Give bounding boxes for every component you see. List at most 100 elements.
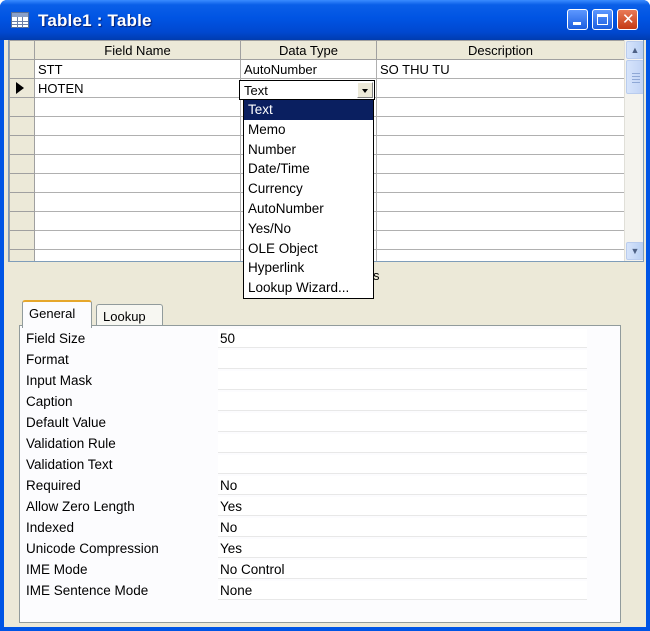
input-mask-input[interactable]	[218, 371, 587, 390]
caption-input[interactable]	[218, 392, 587, 411]
property-label: IME Mode	[26, 562, 88, 577]
dropdown-option-datetime[interactable]: Date/Time	[244, 159, 373, 179]
current-row-arrow-icon	[16, 82, 24, 94]
row-selector[interactable]	[9, 211, 35, 231]
scroll-thumb[interactable]	[626, 60, 643, 94]
dropdown-option-text[interactable]: Text	[244, 100, 373, 120]
close-icon: ✕	[622, 10, 635, 28]
table-design-window: Table1 : Table ✕ Field Name Data Type De…	[0, 0, 650, 631]
close-button[interactable]: ✕	[617, 9, 638, 30]
property-label: Indexed	[26, 520, 75, 535]
description-cell[interactable]	[376, 211, 625, 231]
description-cell[interactable]	[376, 173, 625, 193]
dropdown-option-hyperlink[interactable]: Hyperlink	[244, 258, 373, 278]
row-selector[interactable]	[9, 59, 35, 79]
field-name-cell[interactable]	[34, 97, 241, 117]
window-title: Table1 : Table	[38, 11, 152, 30]
minimize-icon	[573, 22, 581, 25]
field-properties-panel: Field Size 50 Format Input Mask Caption D…	[19, 325, 621, 623]
maximize-button[interactable]	[592, 9, 613, 30]
column-header-field-name[interactable]: Field Name	[34, 40, 241, 60]
field-name-cell[interactable]	[34, 154, 241, 174]
column-header-data-type[interactable]: Data Type	[240, 40, 377, 60]
tab-general[interactable]: General	[22, 300, 92, 328]
row-selector[interactable]	[9, 135, 35, 155]
allow-zero-length-input[interactable]: Yes	[218, 497, 587, 516]
row-selector[interactable]	[9, 249, 35, 261]
dropdown-option-currency[interactable]: Currency	[244, 179, 373, 199]
description-cell[interactable]	[376, 249, 625, 261]
indexed-input[interactable]: No	[218, 518, 587, 537]
property-label: Required	[26, 478, 81, 493]
ime-mode-input[interactable]: No Control	[218, 560, 587, 579]
field-name-cell[interactable]	[34, 249, 241, 261]
row-selector[interactable]	[9, 154, 35, 174]
chevron-down-icon[interactable]	[357, 82, 373, 98]
validation-text-input[interactable]	[218, 455, 587, 474]
dropdown-option-memo[interactable]: Memo	[244, 120, 373, 140]
dropdown-option-number[interactable]: Number	[244, 140, 373, 160]
required-input[interactable]: No	[218, 476, 587, 495]
dropdown-option-lookup-wizard[interactable]: Lookup Wizard...	[244, 278, 373, 298]
column-header-description[interactable]: Description	[376, 40, 625, 60]
description-cell[interactable]	[376, 154, 625, 174]
description-cell[interactable]	[376, 135, 625, 155]
row-selector-header[interactable]	[9, 40, 35, 60]
row-selector[interactable]	[9, 116, 35, 136]
ime-sentence-mode-input[interactable]: None	[218, 581, 587, 600]
format-input[interactable]	[218, 350, 587, 369]
maximize-icon	[597, 14, 608, 25]
field-name-cell[interactable]	[34, 211, 241, 231]
description-cell[interactable]: SO THU TU	[376, 59, 625, 79]
row-selector-current[interactable]	[9, 78, 35, 98]
description-cell[interactable]	[376, 116, 625, 136]
field-name-cell[interactable]: STT	[34, 59, 241, 79]
property-label: Default Value	[26, 415, 107, 430]
property-label: Input Mask	[26, 373, 93, 388]
field-name-cell[interactable]	[34, 230, 241, 250]
property-label: Field Size	[26, 331, 86, 346]
unicode-compression-input[interactable]: Yes	[218, 539, 587, 558]
row-selector[interactable]	[9, 230, 35, 250]
property-label: Validation Text	[26, 457, 113, 472]
field-name-cell[interactable]: HOTEN	[34, 78, 241, 98]
field-size-input[interactable]: 50	[218, 329, 587, 348]
property-label: Unicode Compression	[26, 541, 159, 556]
chevron-up-icon: ▲	[630, 45, 640, 55]
title-bar[interactable]: Table1 : Table ✕	[0, 0, 650, 40]
property-label: Caption	[26, 394, 73, 409]
field-name-cell[interactable]	[34, 135, 241, 155]
validation-rule-input[interactable]	[218, 434, 587, 453]
scroll-down-button[interactable]: ▼	[626, 242, 643, 260]
data-type-combobox-value: Text	[244, 83, 268, 98]
dropdown-option-autonumber[interactable]: AutoNumber	[244, 199, 373, 219]
data-type-cell[interactable]: AutoNumber	[240, 59, 377, 79]
row-selector[interactable]	[9, 97, 35, 117]
description-cell[interactable]	[376, 78, 625, 98]
field-name-cell[interactable]	[34, 173, 241, 193]
property-label: Format	[26, 352, 69, 367]
property-label: IME Sentence Mode	[26, 583, 149, 598]
table-row: STT AutoNumber SO THU TU	[9, 59, 625, 79]
table-icon[interactable]	[11, 12, 29, 28]
window-client-area: Field Name Data Type Description STT Aut…	[4, 40, 646, 627]
property-label: Allow Zero Length	[26, 499, 135, 514]
default-value-input[interactable]	[218, 413, 587, 432]
field-name-cell[interactable]	[34, 192, 241, 212]
grid-header-row: Field Name Data Type Description	[9, 40, 625, 60]
dropdown-option-ole-object[interactable]: OLE Object	[244, 239, 373, 259]
property-label: Validation Rule	[26, 436, 116, 451]
description-cell[interactable]	[376, 230, 625, 250]
data-type-combobox[interactable]: Text	[239, 80, 375, 100]
chevron-down-icon: ▼	[630, 246, 640, 256]
description-cell[interactable]	[376, 97, 625, 117]
minimize-button[interactable]	[567, 9, 588, 30]
data-type-dropdown-list: Text Memo Number Date/Time Currency Auto…	[243, 99, 374, 299]
field-name-cell[interactable]	[34, 116, 241, 136]
grid-vertical-scrollbar[interactable]: ▲ ▼	[624, 40, 643, 261]
row-selector[interactable]	[9, 173, 35, 193]
description-cell[interactable]	[376, 192, 625, 212]
dropdown-option-yesno[interactable]: Yes/No	[244, 219, 373, 239]
row-selector[interactable]	[9, 192, 35, 212]
scroll-up-button[interactable]: ▲	[626, 41, 643, 59]
